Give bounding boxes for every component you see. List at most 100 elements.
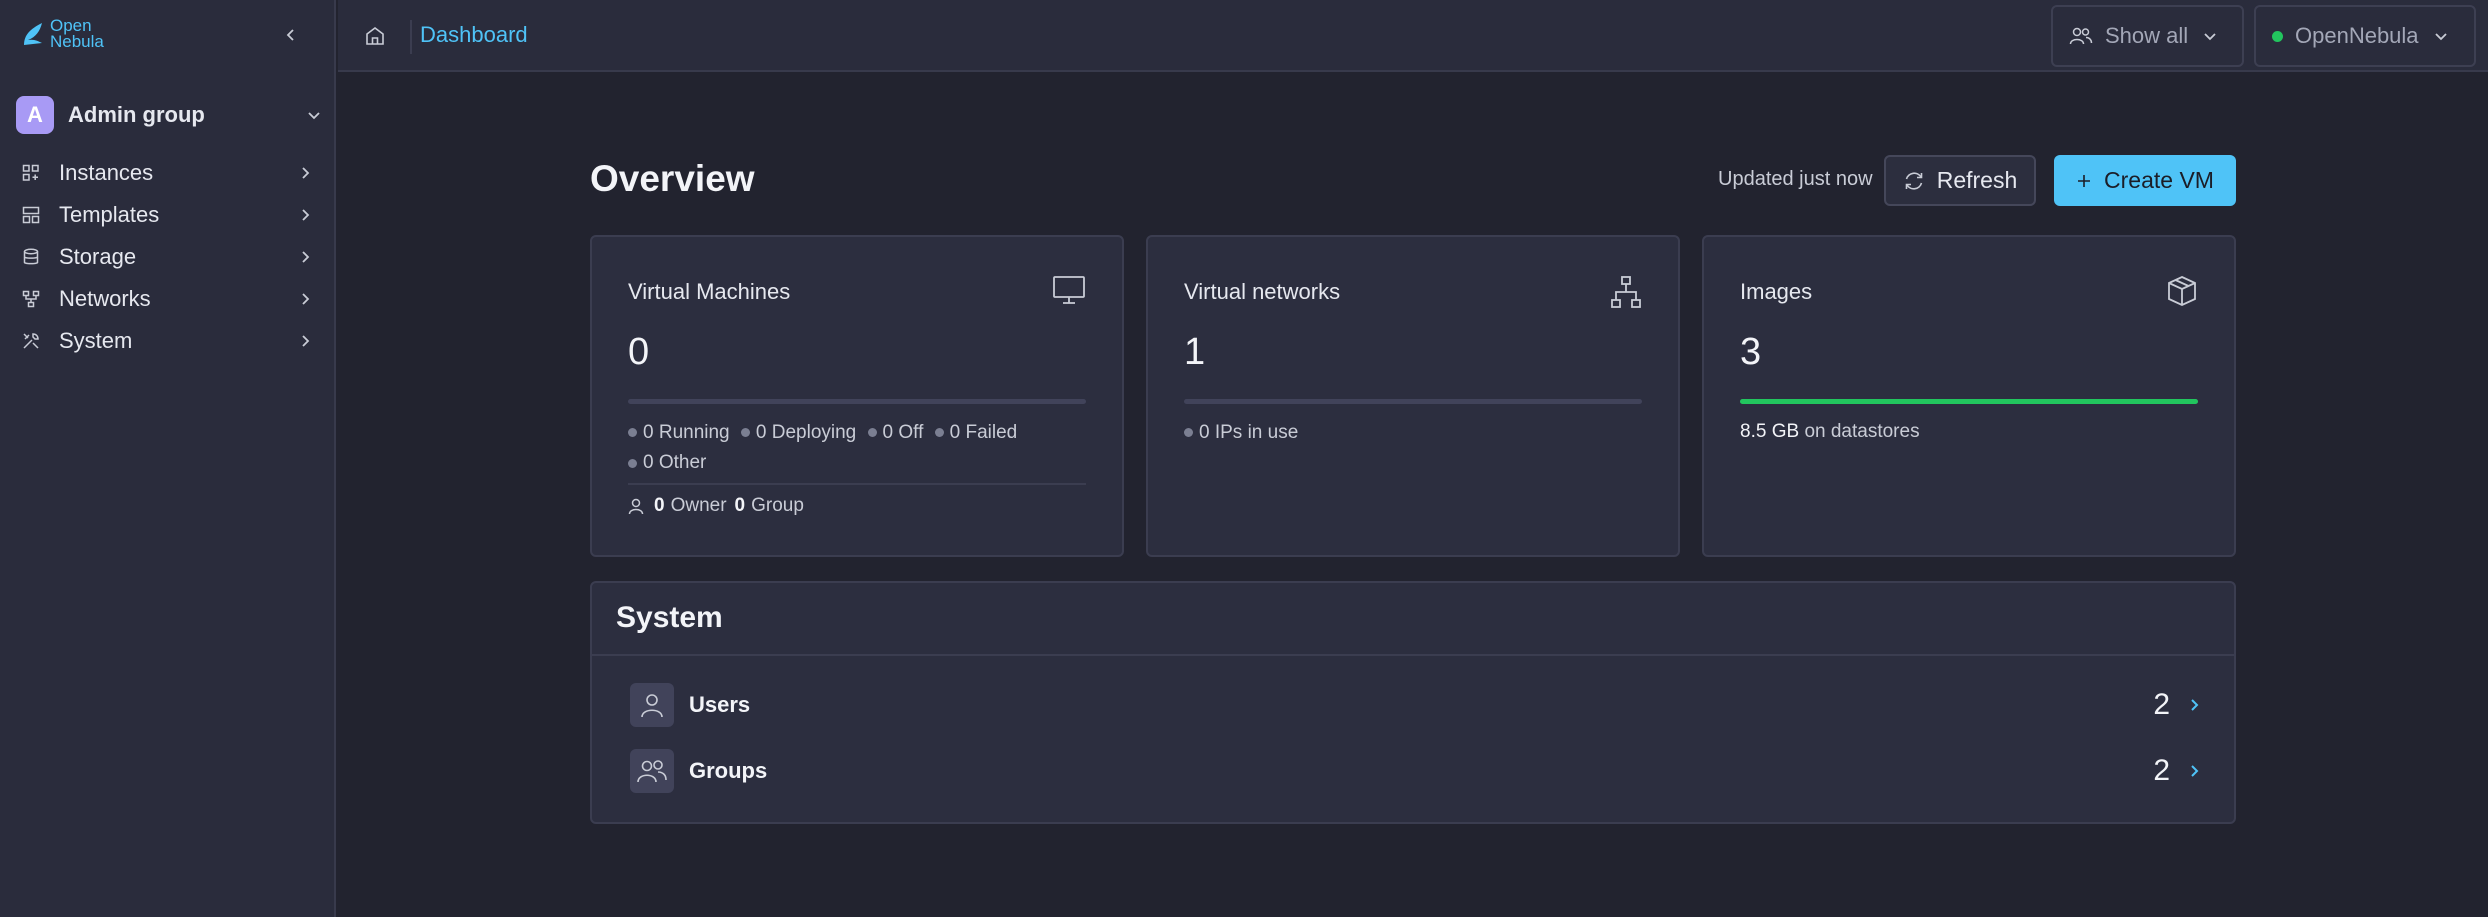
sidebar-item-storage[interactable]: Storage [16, 236, 316, 278]
card-divider [628, 483, 1086, 485]
ips-in-use: 0 IPs in use [1184, 418, 1298, 448]
owner-label: Owner [670, 495, 727, 516]
box-icon [2168, 276, 2196, 306]
network-count: 1 [1184, 331, 1206, 373]
sidebar-item-label: Networks [59, 286, 151, 311]
image-size-suffix: on datastores [1804, 421, 1920, 442]
vm-state-other: 0 Other [628, 448, 706, 478]
system-row-count: 2 [2153, 688, 2170, 721]
system-panel: System Users 2 Groups 2 [590, 581, 2236, 824]
vms-card[interactable]: Virtual Machines 0 0 Running 0 Deploying… [590, 235, 1124, 557]
updated-status: Updated just now [1718, 168, 1873, 190]
collapse-sidebar-button[interactable] [278, 22, 304, 48]
chevron-left-icon [286, 29, 294, 41]
system-row-count: 2 [2153, 754, 2170, 787]
system-icon [16, 332, 50, 350]
card-title: Virtual networks [1184, 279, 1341, 304]
refresh-icon [1905, 171, 1923, 190]
templates-icon [16, 206, 50, 224]
images-card[interactable]: Images 3 8.5 GB on datastores [1702, 235, 2236, 557]
sidebar-item-instances[interactable]: Instances [16, 152, 316, 194]
zone-selector-dropdown[interactable]: OpenNebula [2254, 5, 2476, 67]
home-button[interactable] [358, 20, 392, 52]
image-progress-bar [1740, 399, 2198, 404]
vm-ownership: 0 Owner 0 Group [628, 495, 804, 517]
storage-icon [16, 248, 50, 266]
networks-icon [16, 290, 50, 308]
sidebar-item-system[interactable]: System [16, 320, 316, 362]
view-filter-label: Show all [2105, 23, 2189, 48]
network-progress-bar [1184, 399, 1642, 404]
image-progress-fill [1740, 399, 2198, 404]
chevron-right-icon [294, 334, 316, 348]
system-title: System [616, 601, 723, 634]
group-selector[interactable]: A Admin group [16, 94, 322, 136]
chevron-right-icon [294, 166, 316, 180]
create-vm-label: Create VM [2104, 167, 2214, 193]
user-icon [628, 498, 644, 515]
create-vm-button[interactable]: Create VM [2054, 155, 2236, 206]
system-row-label: Groups [689, 758, 768, 783]
chevron-down-icon [2204, 33, 2216, 41]
users-icon [630, 749, 674, 793]
chevron-down-icon [2434, 33, 2447, 41]
breadcrumb-divider [410, 20, 412, 54]
vm-progress-bar [628, 399, 1086, 404]
sidebar-item-templates[interactable]: Templates [16, 194, 316, 236]
status-dot [867, 428, 877, 437]
monitor-icon [1053, 276, 1085, 304]
system-row-groups[interactable]: Groups 2 [630, 749, 2200, 793]
chevron-right-icon [294, 250, 316, 264]
sidebar-item-label: Instances [59, 160, 154, 185]
group-label: Group [751, 495, 804, 516]
vm-count: 0 [628, 331, 650, 373]
image-count: 3 [1740, 331, 1762, 373]
card-title: Virtual Machines [628, 279, 791, 304]
sidebar-item-label: System [59, 328, 133, 353]
image-size: 8.5 GB [1740, 421, 1800, 442]
owner-count: 0 [654, 495, 665, 516]
group-count: 0 [734, 495, 746, 516]
plus-icon [2078, 174, 2091, 187]
refresh-button[interactable]: Refresh [1884, 155, 2036, 206]
status-dot [1184, 428, 1193, 437]
system-row-users[interactable]: Users 2 [630, 683, 2200, 727]
networks-card[interactable]: Virtual networks 1 0 IPs in use [1146, 235, 1680, 557]
topbar: Dashboard Show all OpenNebula [338, 0, 2488, 72]
logo[interactable]: Open Nebula [22, 16, 104, 51]
sidebar: Open Nebula A Admin group Instances Temp… [0, 0, 336, 917]
chevron-down-icon [308, 112, 320, 120]
sidebar-item-label: Storage [59, 244, 137, 269]
group-avatar: A [16, 96, 54, 134]
status-dot [740, 428, 750, 437]
opennebula-logo-icon [24, 23, 42, 45]
home-icon [366, 27, 384, 45]
refresh-label: Refresh [1936, 167, 2018, 193]
user-icon [630, 683, 674, 727]
vm-states: 0 Running 0 Deploying 0 Off 0 Failed 0 O… [628, 417, 1094, 478]
breadcrumb[interactable]: Dashboard [420, 22, 528, 48]
vm-state-off: 0 Off [867, 418, 923, 448]
vm-state-deploying: 0 Deploying [740, 418, 856, 448]
sidebar-item-label: Templates [59, 202, 160, 227]
chevron-right-icon [2191, 765, 2199, 777]
card-title: Images [1740, 279, 1813, 304]
status-dot [628, 428, 637, 437]
system-row-label: Users [689, 692, 751, 717]
chevron-right-icon [2191, 699, 2199, 711]
page-title: Overview [590, 158, 755, 199]
view-filter-dropdown[interactable]: Show all [2051, 5, 2244, 67]
logo-text: Open Nebula [50, 16, 104, 51]
instances-icon [16, 164, 50, 182]
image-storage: 8.5 GB on datastores [1740, 417, 1920, 447]
vm-state-running: 0 Running [628, 418, 730, 448]
zone-label: OpenNebula [2295, 23, 2419, 48]
network-icon [1611, 276, 1641, 308]
zone-status-dot [2272, 30, 2283, 42]
sidebar-nav: Instances Templates Storage Networks Sys… [16, 152, 316, 362]
sidebar-item-networks[interactable]: Networks [16, 278, 316, 320]
network-stats: 0 IPs in use [1184, 417, 1650, 448]
users-icon [2069, 27, 2093, 45]
vm-state-failed: 0 Failed [934, 418, 1017, 448]
chevron-right-icon [294, 208, 316, 222]
